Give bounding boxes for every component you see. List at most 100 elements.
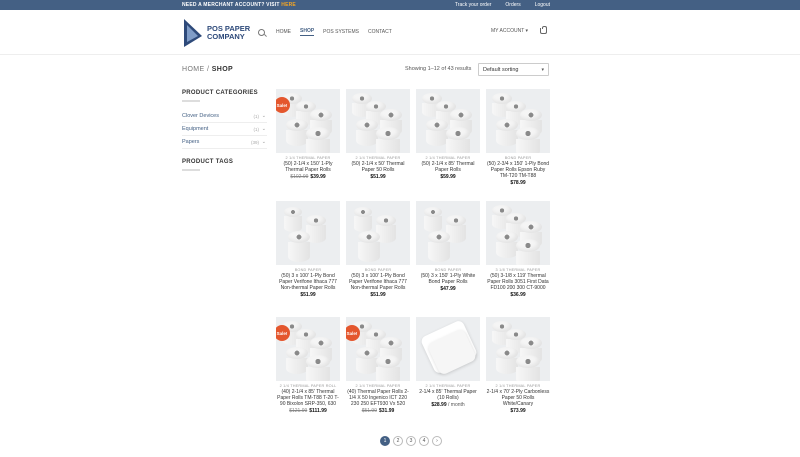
product-card[interactable]: 2 1/4 THERMAL PAPER (50) 2-1/4 x 85' Ther… [416, 89, 480, 180]
product-card[interactable]: 3 1/8 THERMAL PAPER (50) 3-1/8 x 119' The… [486, 201, 550, 298]
category-item-equipment[interactable]: Equipment (1) ⌄ [182, 123, 267, 136]
current-price: $111.99 [309, 408, 327, 414]
product-card[interactable]: 2 1/4 THERMAL PAPER (50) 2-1/4 x 50' Ther… [346, 89, 410, 180]
product-title[interactable]: 2-1/4 x 85' Thermal Paper (10 Rolls) [416, 389, 480, 401]
price-unit: / month [448, 402, 465, 408]
product-title[interactable]: (50) 2-1/4 x 50' Thermal Paper 50 Rolls [346, 161, 410, 173]
product-image[interactable] [416, 89, 480, 153]
track-order-link[interactable]: Track your order [455, 2, 492, 8]
nav-pos-systems[interactable]: POS SYSTEMS [323, 29, 359, 35]
current-price: $78.99 [510, 180, 526, 186]
product-category[interactable]: BOND PAPER [346, 268, 410, 272]
product-image[interactable] [276, 201, 340, 265]
category-label: Papers [182, 139, 200, 145]
product-image[interactable] [486, 317, 550, 381]
current-price: $51.99 [300, 292, 316, 298]
category-count: (1) [253, 126, 260, 132]
product-category[interactable]: BOND PAPER [486, 156, 550, 160]
category-count: (1) [253, 113, 260, 119]
tags-heading: PRODUCT TAGS [182, 159, 234, 165]
old-price: $121.99 [289, 408, 308, 414]
pagination: 1 2 3 4 › [380, 436, 442, 446]
product-title[interactable]: (50) 3 x 100' 1-Ply Bond Paper Verifone … [276, 273, 340, 291]
product-price: $78.99 [486, 180, 550, 186]
chevron-down-icon[interactable]: ⌄ [262, 126, 266, 132]
product-image[interactable] [416, 317, 480, 381]
next-page-button[interactable]: › [432, 436, 442, 446]
product-card[interactable]: BOND PAPER (50) 3 x 100' 1-Ply Bond Paper… [346, 201, 410, 298]
product-title[interactable]: 2-1/4 x 70' 2-Ply Carbonless Paper 50 Ro… [486, 389, 550, 407]
product-card[interactable]: Sale! 2 1/4 THERMAL PAPER (50) 2-1/4 x 150… [276, 89, 340, 180]
product-image[interactable] [416, 201, 480, 265]
nav-shop[interactable]: SHOP [300, 28, 315, 36]
page-2-button[interactable]: 2 [393, 436, 403, 446]
product-category[interactable]: 2 1/4 THERMAL PAPER [486, 384, 550, 388]
product-title[interactable]: (40) 2-1/4 x 85' Thermal Paper Rolls TM-… [276, 389, 340, 407]
product-title[interactable]: (40) Thermal Paper Rolls 2-1/4 X 50 Inge… [346, 389, 410, 407]
product-price: $102.99 $39.99 [276, 174, 340, 180]
product-category[interactable]: 2 1/4 THERMAL PAPER [416, 156, 480, 160]
sort-select[interactable]: Default sorting ▾ [478, 63, 549, 76]
product-category[interactable]: 2 1/4 THERMAL PAPER [346, 156, 410, 160]
product-category[interactable]: 2 1/4 THERMAL PAPER [416, 384, 480, 388]
logout-link[interactable]: Logout [535, 2, 550, 8]
chevron-down-icon[interactable]: ⌄ [262, 139, 266, 145]
product-title[interactable]: (50) 3-1/8 x 119' Thermal Paper Rolls 30… [486, 273, 550, 291]
product-title[interactable]: (50) 3 x 100' 1-Ply Bond Paper Verifone … [346, 273, 410, 291]
product-price: $51.99 $31.99 [346, 408, 410, 414]
product-title[interactable]: (50) 2-1/4 x 150' 1-Ply Thermal Paper Ro… [276, 161, 340, 173]
results-count: Showing 1–12 of 43 results [405, 66, 472, 72]
breadcrumb-home[interactable]: HOME [182, 66, 205, 73]
logo-line-2: COMPANY [207, 32, 245, 41]
product-category[interactable]: 3 1/8 THERMAL PAPER [486, 268, 550, 272]
product-image[interactable]: Sale! [276, 89, 340, 153]
promo-text: NEED A MERCHANT ACCOUNT? VISIT [182, 2, 280, 8]
product-card[interactable]: Sale! 2 1/4 THERMAL PAPER (40) Thermal Pap… [346, 317, 410, 414]
orders-link[interactable]: Orders [505, 2, 520, 8]
nav-contact[interactable]: CONTACT [368, 29, 392, 35]
chevron-down-icon: ▾ [541, 67, 544, 73]
category-item-clover-devices[interactable]: Clover Devices (1) ⌄ [182, 110, 267, 123]
product-price: $121.99 $111.99 [276, 408, 340, 414]
my-account-link[interactable]: MY ACCOUNT ▾ [491, 28, 528, 34]
product-title[interactable]: (50) 2-1/4 x 85' Thermal Paper Rolls [416, 161, 480, 173]
current-price: $59.99 [440, 174, 456, 180]
product-card[interactable]: Sale! 2 1/4 THERMAL PAPER ROLL (40) 2-1/4 … [276, 317, 340, 414]
page-4-button[interactable]: 4 [419, 436, 429, 446]
product-card[interactable]: BOND PAPER (50) 3 x 150' 1-Ply White Bond… [416, 201, 480, 292]
product-category[interactable]: BOND PAPER [416, 268, 480, 272]
product-title[interactable]: (50) 3 x 150' 1-Ply White Bond Paper Rol… [416, 273, 480, 285]
product-category[interactable]: 2 1/4 THERMAL PAPER [276, 156, 340, 160]
page-1-button[interactable]: 1 [380, 436, 390, 446]
product-title[interactable]: (50) 2-3/4 x 150' 1-Ply Bond Paper Rolls… [486, 161, 550, 179]
product-image[interactable]: Sale! [276, 317, 340, 381]
product-category[interactable]: 2 1/4 THERMAL PAPER ROLL [276, 384, 340, 388]
product-image[interactable]: Sale! [346, 317, 410, 381]
site-logo[interactable]: POS PAPER COMPANY [182, 14, 252, 52]
nav-home[interactable]: HOME [276, 29, 291, 35]
chevron-down-icon[interactable]: ⌄ [262, 113, 266, 119]
top-bar: NEED A MERCHANT ACCOUNT? VISIT HERE Trac… [0, 0, 800, 10]
search-icon[interactable] [258, 28, 265, 36]
product-image[interactable] [486, 89, 550, 153]
account-area: MY ACCOUNT ▾ [491, 26, 548, 34]
page-3-button[interactable]: 3 [406, 436, 416, 446]
breadcrumb-separator: / [206, 66, 210, 73]
product-card[interactable]: BOND PAPER (50) 3 x 100' 1-Ply Bond Paper… [276, 201, 340, 298]
product-card[interactable]: 2 1/4 THERMAL PAPER 2-1/4 x 85' Thermal P… [416, 317, 480, 408]
chevron-down-icon: ▾ [525, 28, 529, 34]
product-category[interactable]: 2 1/4 THERMAL PAPER [346, 384, 410, 388]
product-card[interactable]: BOND PAPER (50) 2-3/4 x 150' 1-Ply Bond P… [486, 89, 550, 186]
product-image[interactable] [486, 201, 550, 265]
current-price: $31.99 [379, 408, 395, 414]
product-image[interactable] [346, 201, 410, 265]
top-links: Track your order Orders Logout [455, 2, 550, 8]
category-item-papers[interactable]: Papers (39) ⌄ [182, 136, 267, 149]
product-category[interactable]: BOND PAPER [276, 268, 340, 272]
categories-heading: PRODUCT CATEGORIES [182, 90, 258, 96]
breadcrumb: HOME / SHOP [182, 66, 233, 73]
cart-icon[interactable] [540, 26, 548, 34]
product-image[interactable] [346, 89, 410, 153]
product-card[interactable]: 2 1/4 THERMAL PAPER 2-1/4 x 70' 2-Ply Car… [486, 317, 550, 414]
promo-link[interactable]: HERE [281, 2, 296, 8]
